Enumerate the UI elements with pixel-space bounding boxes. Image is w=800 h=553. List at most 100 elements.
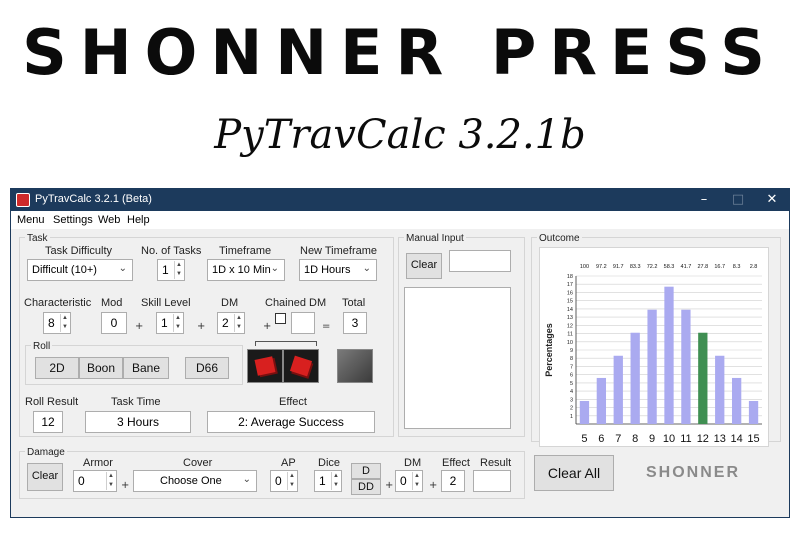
cumulative-label: 83.3: [630, 264, 641, 270]
num-tasks-spinner[interactable]: 1 ▲ ▼: [157, 259, 185, 281]
app-icon: [16, 193, 30, 207]
plus-sign: +: [121, 480, 130, 491]
banner-title: SHONNER PRESS: [22, 16, 778, 89]
damage-label: Damage: [25, 447, 67, 458]
d66-tile: [337, 349, 373, 383]
manual-input-list[interactable]: [404, 287, 511, 429]
y-tick-label: 11: [567, 332, 573, 338]
spinner-arrows-icon[interactable]: ▲ ▼: [60, 314, 69, 332]
cumulative-label: 91.7: [613, 264, 624, 270]
bar-14: [731, 377, 742, 424]
cover-select[interactable]: Choose One ⌄: [133, 470, 257, 492]
spinner-arrows-icon[interactable]: ▲ ▼: [106, 472, 115, 490]
cumulative-label: 97.2: [596, 264, 607, 270]
spinner-arrows-icon[interactable]: ▲ ▼: [331, 472, 340, 490]
menu-item-web[interactable]: Web: [98, 214, 120, 226]
roll-2d-button[interactable]: 2D: [35, 357, 79, 379]
characteristic-value: 8: [48, 316, 55, 330]
spinner-arrows-icon[interactable]: ▲ ▼: [174, 261, 183, 279]
num-tasks-value: 1: [162, 263, 169, 277]
clear-all-button[interactable]: Clear All: [534, 455, 614, 491]
d66-button[interactable]: D66: [185, 357, 229, 379]
y-tick-label: 4: [570, 389, 573, 395]
roll-result-label: Roll Result: [25, 396, 79, 408]
plus-sign: +: [429, 480, 438, 491]
x-tick-label: 5: [581, 433, 587, 445]
manual-clear-button[interactable]: Clear: [406, 253, 442, 279]
manual-input-field[interactable]: [449, 250, 511, 272]
equals-sign: =: [322, 321, 331, 332]
close-button[interactable]: ✕: [755, 189, 789, 211]
spinner-arrows-icon[interactable]: ▲ ▼: [287, 472, 296, 490]
ap-spinner[interactable]: 0 ▲ ▼: [270, 470, 298, 492]
dm-spinner[interactable]: 2 ▲ ▼: [217, 312, 245, 334]
spinner-arrows-icon[interactable]: ▲ ▼: [412, 472, 421, 490]
die-image-2: [283, 349, 319, 383]
armor-value: 0: [78, 474, 85, 488]
new-timeframe-select[interactable]: 1D Hours ⌄: [299, 259, 377, 281]
dd-button[interactable]: DD: [351, 479, 381, 495]
menu-item-menu[interactable]: Menu: [17, 214, 45, 226]
dice-spinner[interactable]: 1 ▲ ▼: [314, 470, 342, 492]
mod-value: 0: [101, 312, 127, 334]
task-difficulty-select[interactable]: Difficult (10+) ⌄: [27, 259, 133, 281]
y-tick-label: 7: [570, 364, 573, 370]
damage-effect-value: 2: [441, 470, 465, 492]
armor-spinner[interactable]: 0 ▲ ▼: [73, 470, 117, 492]
cover-label: Cover: [183, 457, 213, 469]
y-tick-label: 14: [567, 307, 573, 313]
spinner-arrows-icon[interactable]: ▲ ▼: [234, 314, 243, 332]
chained-dm-label: Chained DM: [265, 297, 327, 309]
cumulative-label: 41.7: [681, 264, 692, 270]
d-button[interactable]: D: [351, 463, 381, 479]
outcome-chart-svg: 123456789101112131415161718Percentages51…: [544, 264, 762, 445]
y-tick-label: 2: [570, 406, 573, 412]
menu-item-help[interactable]: Help: [127, 214, 150, 226]
spinner-arrows-icon[interactable]: ▲ ▼: [173, 314, 182, 332]
maximize-button[interactable]: □: [721, 189, 755, 211]
result-label: Result: [480, 457, 512, 469]
chained-dm-checkbox[interactable]: [275, 313, 286, 324]
bane-button[interactable]: Bane: [123, 357, 169, 379]
boon-button[interactable]: Boon: [79, 357, 123, 379]
shonner-logo: SHONNER: [646, 464, 741, 481]
ap-value: 0: [275, 474, 282, 488]
cumulative-label: 100: [580, 264, 589, 270]
dm-label: DM: [221, 297, 239, 309]
damage-dm-spinner[interactable]: 0 ▲ ▼: [395, 470, 423, 492]
damage-effect-label: Effect: [442, 457, 470, 469]
x-tick-label: 12: [697, 433, 709, 445]
cumulative-label: 72.2: [647, 264, 658, 270]
plus-sign: +: [263, 321, 272, 332]
bar-13: [715, 355, 725, 424]
y-tick-label: 8: [570, 356, 573, 362]
dice-value: 1: [319, 474, 326, 488]
characteristic-spinner[interactable]: 8 ▲ ▼: [43, 312, 71, 334]
roll-group-label: Roll: [31, 341, 53, 352]
x-tick-label: 8: [632, 433, 638, 445]
y-tick-label: 9: [570, 348, 573, 354]
x-tick-label: 6: [598, 433, 604, 445]
timeframe-value: 1D x 10 Min: [212, 264, 271, 276]
chevron-down-icon: ⌄: [118, 263, 127, 274]
x-tick-label: 14: [731, 433, 743, 445]
total-label: Total: [342, 297, 366, 309]
bar-15: [748, 400, 759, 424]
y-axis-label: Percentages: [544, 323, 554, 377]
menu-item-settings[interactable]: Settings: [53, 214, 93, 226]
minimize-button[interactable]: –: [687, 189, 721, 211]
outcome-chart: 1 2 3 4 5 6 7 8 9 10 11 12 13 14 15 16 17 18 Percentages 5 1…: [539, 247, 769, 447]
task-time-label: Task Time: [111, 396, 161, 408]
damage-clear-button[interactable]: Clear: [27, 463, 63, 491]
timeframe-select[interactable]: 1D x 10 Min ⌄: [207, 259, 285, 281]
bar-9: [647, 309, 657, 424]
bar-5: [579, 400, 590, 424]
cover-value: Choose One: [160, 475, 222, 487]
dice-label: Dice: [318, 457, 341, 469]
skill-level-spinner[interactable]: 1 ▲ ▼: [156, 312, 184, 334]
chained-dm-value: [291, 312, 315, 334]
window-title: PyTravCalc 3.2.1 (Beta): [35, 193, 152, 205]
cumulative-label: 2.8: [750, 264, 758, 270]
plus-sign: +: [385, 480, 394, 491]
app-window: PyTravCalc 3.2.1 (Beta) – □ ✕ Menu Setti…: [10, 188, 790, 518]
